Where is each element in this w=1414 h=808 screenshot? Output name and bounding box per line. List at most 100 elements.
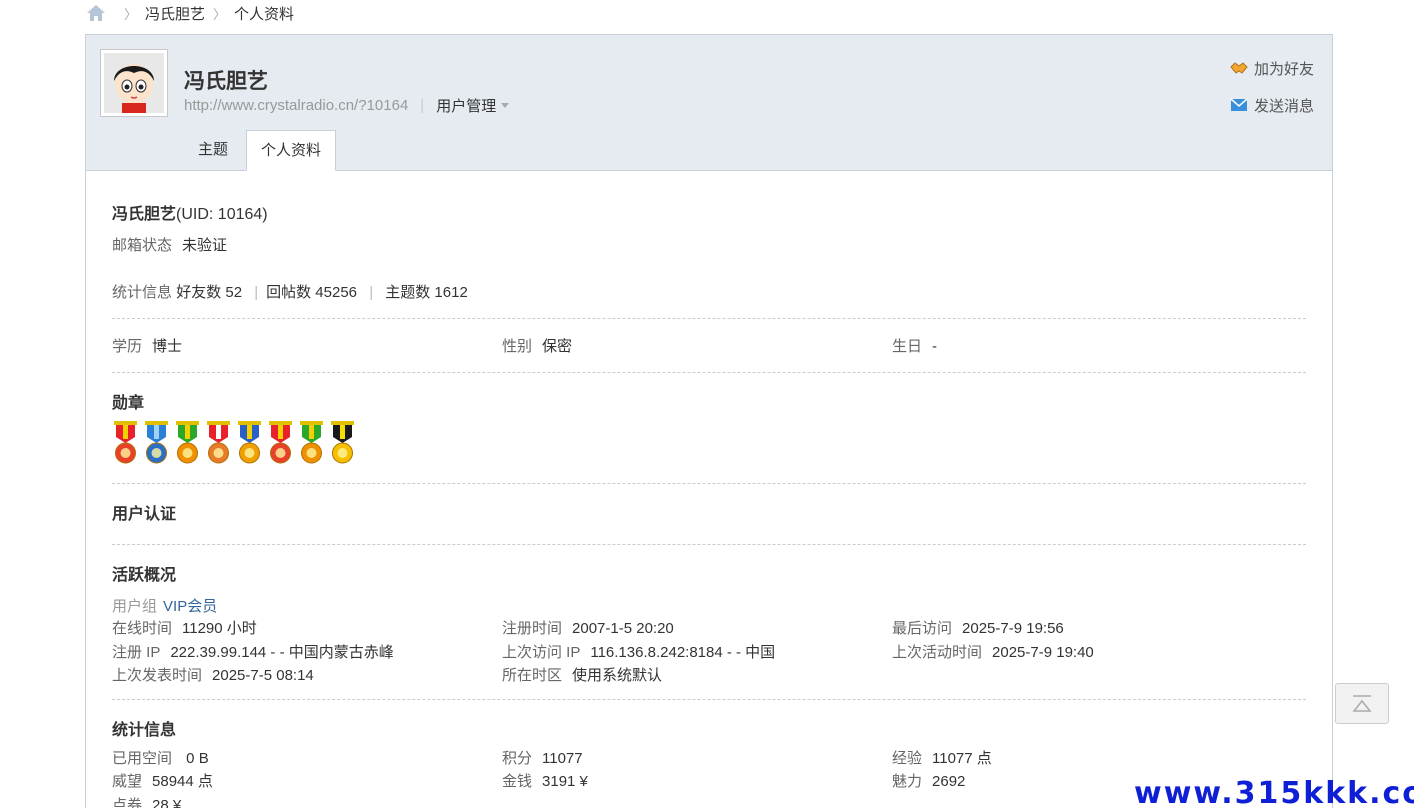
user-manage-menu[interactable]: 用户管理 — [436, 95, 496, 116]
separator: | — [420, 97, 425, 114]
education-field: 学历 博士 — [112, 335, 502, 356]
home-icon[interactable] — [86, 4, 106, 22]
medal-icon[interactable] — [298, 421, 325, 465]
activity-grid: 在线时间 11290 小时 注册时间 2007-1-5 20:20 最后访问 2025… — [112, 616, 1306, 687]
send-message-button[interactable]: 发送消息 — [1230, 92, 1314, 118]
breadcrumb: 〉 冯氏胆艺 〉 个人资料 — [86, 2, 294, 24]
field-label: 在线时间 — [112, 620, 173, 638]
birthday-field: 生日 - — [892, 335, 1282, 356]
field-value: 使用系统默认 — [572, 667, 663, 685]
experience: 经验 11077 点 — [892, 747, 1282, 768]
field-label: 威望 — [112, 773, 143, 791]
field-label: 经验 — [892, 749, 923, 767]
divider — [112, 544, 1306, 545]
avatar[interactable] — [100, 49, 168, 117]
medal-icon[interactable] — [236, 421, 263, 465]
prestige: 威望 58944 点 — [112, 770, 502, 791]
mail-icon — [1230, 97, 1248, 113]
profile-actions: 加为好友 发送消息 — [1230, 55, 1314, 129]
profile-body: 冯氏胆艺(UID: 10164) 邮箱状态 未验证 统计信息 好友数 52 | 回帖… — [86, 171, 1332, 808]
breadcrumb-current: 个人资料 — [234, 5, 295, 23]
add-friend-button[interactable]: 加为好友 — [1230, 55, 1314, 81]
statistics-grid: 已用空间 0 B 积分 11077 经验 11077 点 威望 58944 点 金钱 3… — [112, 746, 1306, 808]
field-value: 博士 — [152, 338, 183, 355]
auth-title: 用户认证 — [112, 506, 177, 523]
field-label: 性别 — [502, 338, 533, 355]
basic-name: 冯氏胆艺 — [112, 206, 177, 223]
chevron-down-icon[interactable] — [501, 103, 510, 108]
basic-name-line: 冯氏胆艺(UID: 10164) — [112, 200, 1306, 224]
email-status-row: 邮箱状态 未验证 — [112, 234, 1306, 255]
statistics-row: 威望 58944 点 金钱 3191 ¥ 魅力 2692 — [112, 769, 1306, 793]
field-label: 生日 — [892, 338, 923, 355]
statistics-row: 点券 28 ¥ — [112, 793, 1306, 808]
separator: | — [369, 284, 374, 301]
profile-url[interactable]: http://www.crystalradio.cn/?10164 — [184, 97, 408, 114]
field-value: 222.39.99.144 - - 中国内蒙古赤峰 — [170, 643, 394, 661]
gender-field: 性别 保密 — [502, 335, 892, 356]
profile-tabs: 主题 个人资料 — [184, 130, 337, 171]
field-label: 学历 — [112, 338, 143, 355]
email-status-value: 未验证 — [182, 237, 228, 254]
tab-threads[interactable]: 主题 — [184, 130, 242, 171]
email-status-label: 邮箱状态 — [112, 237, 173, 254]
personal-info-row: 学历 博士 性别 保密 生日 - — [112, 335, 1306, 356]
send-message-label: 发送消息 — [1253, 97, 1314, 115]
used-space: 已用空间 0 B — [112, 747, 502, 768]
field-label: 已用空间 — [112, 749, 173, 767]
last-visit: 最后访问 2025-7-9 19:56 — [892, 617, 1282, 638]
medal-icon[interactable] — [205, 421, 232, 465]
last-post-time: 上次发表时间 2025-7-5 08:14 — [112, 664, 502, 685]
arrow-up-icon — [1352, 694, 1372, 712]
threads-count-link[interactable]: 主题数 1612 — [385, 284, 468, 301]
field-value: 保密 — [542, 338, 573, 355]
profile-panel: 冯氏胆艺 http://www.crystalradio.cn/?10164 |… — [85, 34, 1333, 808]
medal-icon[interactable] — [143, 421, 170, 465]
medals-list — [112, 421, 1306, 465]
profile-header: 冯氏胆艺 http://www.crystalradio.cn/?10164 |… — [86, 35, 1332, 171]
breadcrumb-separator: 〉 — [213, 6, 227, 22]
activity-row: 上次发表时间 2025-7-5 08:14 所在时区 使用系统默认 — [112, 663, 1306, 687]
field-label: 注册 IP — [112, 643, 161, 661]
profile-username: 冯氏胆艺 — [184, 70, 268, 93]
field-value: 2692 — [932, 773, 966, 791]
divider — [112, 372, 1306, 373]
field-value: 3191 ¥ — [542, 773, 588, 791]
online-time: 在线时间 11290 小时 — [112, 617, 502, 638]
tab-profile[interactable]: 个人资料 — [246, 130, 337, 171]
breadcrumb-separator: 〉 — [124, 6, 138, 22]
field-label: 最后访问 — [892, 620, 953, 638]
user-group-link[interactable]: VIP会员 — [163, 598, 217, 615]
field-label: 上次活动时间 — [892, 643, 983, 661]
medal-icon[interactable] — [112, 421, 139, 465]
field-value: 11077 点 — [932, 749, 992, 767]
money: 金钱 3191 ¥ — [502, 770, 892, 791]
statistics-title: 统计信息 — [112, 721, 177, 739]
user-group-row: 用户组 VIP会员 — [112, 595, 1306, 616]
activity-row: 注册 IP 222.39.99.144 - - 中国内蒙古赤峰 上次访问 IP 11… — [112, 640, 1306, 664]
statistics-row: 已用空间 0 B 积分 11077 经验 11077 点 — [112, 746, 1306, 770]
field-value: 11290 小时 — [182, 620, 257, 638]
field-label: 所在时区 — [502, 667, 563, 685]
back-to-top-button[interactable] — [1335, 683, 1389, 724]
breadcrumb-user-link[interactable]: 冯氏胆艺 — [145, 3, 205, 24]
divider — [112, 483, 1306, 484]
basic-uid: (UID: 10164) — [176, 206, 268, 223]
friends-count-link[interactable]: 好友数 52 — [176, 284, 242, 301]
last-activity-time: 上次活动时间 2025-7-9 19:40 — [892, 641, 1282, 662]
coupons: 点券 28 ¥ — [112, 794, 502, 808]
divider — [112, 698, 1306, 700]
activity-title: 活跃概况 — [112, 567, 177, 584]
last-visit-ip: 上次访问 IP 116.136.8.242:8184 - - 中国 — [502, 641, 892, 662]
replies-count-link[interactable]: 回帖数 45256 — [266, 284, 357, 301]
site-watermark: www.315kkk.com — [1134, 776, 1414, 808]
medal-icon[interactable] — [329, 421, 356, 465]
stats-label: 统计信息 — [112, 284, 173, 301]
medal-icon[interactable] — [174, 421, 201, 465]
field-value: 116.136.8.242:8184 - - 中国 — [590, 643, 776, 661]
separator: | — [254, 284, 259, 301]
points: 积分 11077 — [502, 747, 892, 768]
medal-icon[interactable] — [267, 421, 294, 465]
add-friend-label: 加为好友 — [1253, 60, 1314, 78]
field-label: 注册时间 — [502, 620, 563, 638]
